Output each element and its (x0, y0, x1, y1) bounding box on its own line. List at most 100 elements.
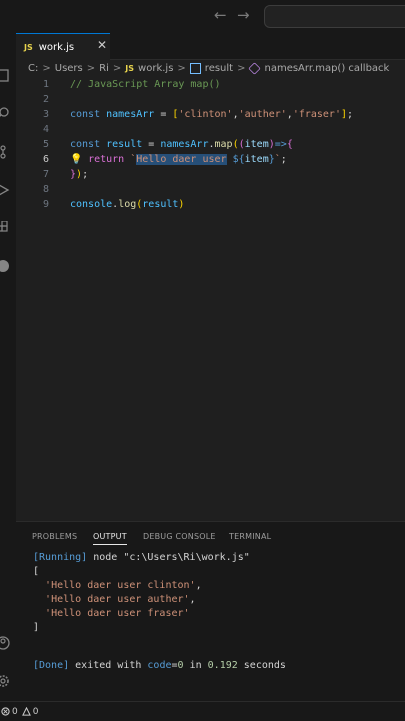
line-number: 2 (42, 94, 49, 105)
breadcrumb-item[interactable]: namesArr.map() callback (264, 63, 389, 74)
warning-icon[interactable] (21, 707, 31, 716)
output-token: node "c:\Users\Ri\work.js" (93, 552, 250, 563)
code-token: { (286, 139, 293, 150)
chevron-right-icon: > (112, 63, 122, 74)
output-token: 'Hello daer user auther' (45, 594, 190, 605)
code-token: item (244, 139, 269, 150)
output-token: [ (33, 566, 40, 577)
code-text: console.log(result) (70, 197, 184, 212)
code-token: // JavaScript Array map() (70, 79, 221, 90)
command-center-search[interactable] (264, 5, 405, 28)
code-token: ) (178, 199, 185, 210)
source-control-icon[interactable] (0, 145, 10, 159)
code-token: const (70, 139, 107, 150)
selected-text: Hello daer user (136, 154, 227, 165)
code-line[interactable]: 2 (16, 92, 405, 107)
output-token: 'Hello daer user clinton' (45, 580, 196, 591)
remote-explorer-icon[interactable] (0, 259, 10, 273)
explorer-icon[interactable] (0, 69, 10, 83)
code-token: log (118, 199, 137, 210)
code-token: 'auther' (238, 109, 287, 120)
breadcrumb-item[interactable]: work.js (138, 63, 173, 74)
chevron-right-icon: > (86, 63, 96, 74)
tab-work-js[interactable]: JS work.js ✕ (16, 33, 110, 60)
output-token: [Running] (33, 552, 94, 563)
run-debug-icon[interactable] (0, 183, 10, 197)
close-icon[interactable]: ✕ (97, 38, 107, 52)
code-token: const (70, 109, 107, 120)
output-token (33, 580, 45, 591)
output-token: [Done] (33, 660, 76, 671)
function-symbol-icon (248, 62, 262, 75)
activity-bar (0, 33, 16, 720)
code-text: // JavaScript Array map() (70, 77, 221, 92)
code-token: ; (82, 169, 89, 180)
warning-count[interactable]: 0 (33, 707, 39, 717)
chevron-right-icon: > (237, 63, 246, 74)
tab-output[interactable]: OUTPUT (93, 532, 127, 545)
breadcrumb-item[interactable]: Ri (99, 63, 109, 74)
output-token: ] (33, 622, 40, 633)
code-token: 'clinton' (178, 109, 233, 120)
error-count[interactable]: 0 (12, 707, 18, 717)
output-line: [ (33, 565, 39, 579)
code-token: = (142, 139, 161, 150)
line-number: 9 (42, 199, 49, 210)
code-line[interactable]: 8 (16, 182, 405, 197)
line-number: 5 (42, 139, 49, 150)
tab-debug-console[interactable]: DEBUG CONSOLE (143, 532, 216, 541)
line-number: 7 (42, 169, 49, 180)
code-text: const result = namesArr.map((item)=>{ (70, 137, 293, 152)
code-editor[interactable]: 1 // JavaScript Array map() 2 3 const namesA… (16, 77, 405, 517)
output-line: [Running] node "c:\Users\Ri\work.js" (33, 551, 250, 565)
output-token: , (195, 580, 202, 591)
output-token: 'Hello daer user fraser' (45, 608, 190, 619)
code-token: map (214, 139, 233, 150)
code-token: console (70, 199, 113, 210)
code-line[interactable]: 9 console.log(result) (16, 197, 405, 212)
chevron-right-icon: > (42, 63, 51, 74)
code-line[interactable]: 1 // JavaScript Array map() (16, 77, 405, 92)
tab-label: work.js (38, 41, 75, 53)
forward-arrow-icon[interactable]: → (237, 6, 250, 24)
account-icon[interactable] (0, 636, 10, 650)
code-line[interactable]: 3 const namesArr = ['clinton','auther','f… (16, 107, 405, 122)
error-icon[interactable] (1, 707, 10, 716)
code-text: const namesArr = ['clinton','auther','fr… (70, 107, 353, 122)
settings-gear-icon[interactable] (0, 674, 10, 688)
breadcrumb-item[interactable]: C: (28, 63, 38, 74)
breadcrumb-item[interactable]: Users (55, 63, 83, 74)
tab-terminal[interactable]: TERMINAL (229, 532, 271, 541)
code-token: => (274, 139, 287, 150)
output-token: in (183, 660, 208, 671)
bottom-panel: PROBLEMS OUTPUT DEBUG CONSOLE TERMINAL [… (16, 521, 405, 711)
output-line: [Done] exited with code=0 in 0.192 secon… (33, 659, 286, 673)
back-arrow-icon[interactable]: ← (214, 6, 227, 24)
output-token (33, 608, 45, 619)
code-line[interactable]: 6 💡 return `Hello daer user ${item}`; (16, 152, 405, 167)
code-token: result (106, 139, 143, 150)
output-token: exited with (75, 660, 148, 671)
tab-problems[interactable]: PROBLEMS (32, 532, 77, 541)
search-icon[interactable] (0, 106, 10, 120)
code-text: return `Hello daer user ${item}`; (70, 152, 287, 167)
line-number: 6 (42, 154, 49, 165)
code-line[interactable]: 4 (16, 122, 405, 137)
code-token: return (88, 154, 131, 165)
code-line[interactable]: 7}); (16, 167, 405, 182)
editor-tab-bar: JS work.js ✕ (16, 33, 405, 60)
output-line: 'Hello daer user auther', (33, 593, 196, 607)
breadcrumb: C: > Users > Ri > JS work.js > result > namesArr.ma… (16, 60, 405, 77)
line-number: 8 (42, 184, 49, 195)
status-bar: 0 0 (0, 701, 405, 721)
code-token: = (154, 109, 173, 120)
extensions-icon[interactable] (0, 221, 10, 235)
output-token: seconds (237, 660, 286, 671)
code-token: ; (280, 154, 287, 165)
code-text: }); (70, 167, 88, 182)
breadcrumb-item[interactable]: result (205, 63, 233, 74)
variable-symbol-icon (189, 63, 201, 74)
output-line: ] (33, 621, 39, 635)
code-line[interactable]: 5 const result = namesArr.map((item)=>{ (16, 137, 405, 152)
